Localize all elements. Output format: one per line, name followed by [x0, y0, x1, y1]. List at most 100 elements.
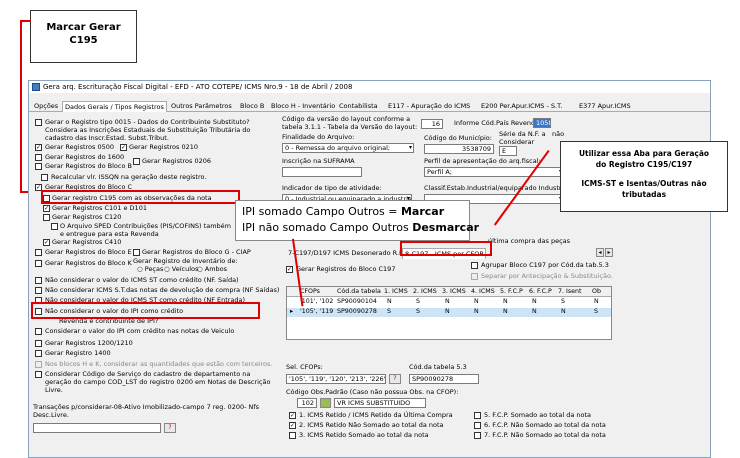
cod53-input[interactable]: SP90090278 [409, 374, 479, 384]
tab-opcoes[interactable]: Opções [32, 101, 60, 112]
c197-gerar-checkbox[interactable]: ✓ [286, 266, 293, 273]
r0210-label: Gerar Registros 0210 [129, 143, 199, 151]
sel-cfops-input[interactable]: '105', '119', '120', '213', '226', [286, 374, 386, 384]
sped-label-1: O Arquivo SPED Contribuições (PIS/COFINS… [60, 222, 231, 230]
obs-lookup-button[interactable] [320, 398, 331, 408]
r1600-checkbox[interactable] [35, 154, 42, 161]
tab-bloco-b[interactable]: Bloco B [238, 101, 266, 112]
sped-checkbox[interactable] [51, 223, 58, 230]
tab-e117[interactable]: E117 - Apuração do ICMS [386, 101, 472, 112]
fcp-nao-somado-checkbox[interactable] [474, 422, 481, 429]
fcp-somado-label: 5. F.C.P. Somado ao total da nota [484, 411, 592, 419]
c410-checkbox[interactable]: ✓ [43, 239, 50, 246]
uf-input[interactable]: E [499, 146, 517, 156]
nc4-checkbox[interactable] [35, 328, 42, 335]
table-cell: N [503, 298, 508, 305]
subtab-scroll-right[interactable]: ▸ [605, 248, 613, 257]
app-window: Gera arq. Escrituração Fiscal Digital - … [28, 80, 711, 458]
c197-separar-checkbox[interactable] [471, 273, 478, 280]
table-cell: S [594, 308, 598, 315]
nc4-label: Considerar o valor do IPI com crédito na… [45, 327, 235, 335]
grid-header-cell: 4. ICMS [471, 288, 495, 295]
cfop-grid[interactable]: CFOPs Cód.da tabela 1. ICMS 2. ICMS 3. I… [286, 286, 612, 340]
r1200-label: Gerar Registros 1200/1210 [45, 339, 133, 347]
r0500-checkbox[interactable]: ✓ [35, 144, 42, 151]
icms-nao-somado-checkbox[interactable]: ✓ [289, 422, 296, 429]
subtab-scroll-left[interactable]: ◂ [596, 248, 604, 257]
tab-contabilista[interactable]: Contabilista [337, 101, 380, 112]
transacoes-lookup-button[interactable]: ? [164, 423, 176, 433]
sped-label-2: e entregue para esta Revenda [60, 230, 159, 238]
highlight-c197-tab [400, 241, 492, 256]
layout-version-input[interactable]: 16 [421, 119, 443, 129]
red-arrow-line [21, 20, 31, 22]
table-row[interactable]: '101', '102 SP90090104 N S N N N N S N [287, 298, 611, 307]
blocoB-checkbox[interactable] [35, 163, 42, 170]
blocoK-checkbox[interactable] [35, 260, 42, 267]
inventory-radio-pecas[interactable]: ○ Peças [137, 265, 163, 273]
callout-aba-line-2: do Registro C195/C197 [595, 160, 693, 169]
c120-checkbox[interactable] [43, 214, 50, 221]
r0206-checkbox[interactable] [133, 158, 140, 165]
reg0015-label: Gerar o Registro tipo 0015 - Dados do Co… [45, 118, 250, 126]
informe-pais-input[interactable]: 1058 [533, 118, 551, 128]
icms-somado-checkbox[interactable] [289, 432, 296, 439]
callout-ipi-text: IPI não somado Campo Outros [242, 221, 413, 234]
inventory-radio-ambos[interactable]: ○ Ambos [197, 265, 227, 273]
callout-line-1: Marcar Gerar [46, 22, 121, 33]
table-cell: N [474, 298, 479, 305]
c410-label: Gerar Registros C410 [52, 238, 122, 246]
table-cell: '105', '119 [300, 308, 334, 315]
obs-code-input[interactable]: 102 [297, 398, 317, 408]
subtab-c197-desonerado[interactable]: 7-C197/D197 ICMS Desonerado R.I [286, 248, 403, 259]
r0500-label: Gerar Registros 0500 [45, 143, 115, 151]
obs-desc-input[interactable]: VR ICMS SUBSTITUIDO [334, 398, 426, 408]
issqn-checkbox[interactable] [41, 174, 48, 181]
fcp-somado-checkbox[interactable] [474, 412, 481, 419]
table-cell: N [503, 308, 508, 315]
table-cell: N [387, 298, 392, 305]
c101-checkbox[interactable]: ✓ [43, 205, 50, 212]
r1400-checkbox[interactable] [35, 350, 42, 357]
grid-header-cell: CFOPs [300, 288, 320, 295]
sel-cfops-lookup-button[interactable]: ? [389, 374, 401, 384]
suframa-input[interactable] [282, 167, 362, 177]
inventory-radio-veiculos[interactable]: ○ Veículos [164, 265, 198, 273]
c197-agrupar-checkbox[interactable] [471, 262, 478, 269]
callout-marcar-gerar: Marcar Gerar C195 [30, 10, 137, 63]
reg0015-checkbox[interactable] [35, 119, 42, 126]
grid-header-cell: Ob [592, 288, 601, 295]
cod-servico-checkbox[interactable] [35, 371, 42, 378]
cod53-label: Cód.da tabela 5.3 [409, 363, 467, 371]
tab-dados-gerais[interactable]: Dados Gerais / Tipos Registros [62, 101, 167, 112]
tab-e200[interactable]: E200 Per.Apur.ICMS - S.T. [479, 101, 564, 112]
tab-outros-parametros[interactable]: Outros Parâmetros [169, 101, 234, 112]
table-cell: S [416, 308, 420, 315]
nosblocos-checkbox[interactable] [35, 361, 42, 368]
table-cell: SP90090278 [337, 308, 377, 315]
finalidade-select[interactable]: 0 - Remessa do arquivo original; [282, 143, 414, 153]
blocoG-checkbox[interactable] [133, 249, 140, 256]
nc2-label: Não considerar ICMS S.T.das notas de dev… [45, 286, 280, 294]
fcp-nao-somado-2-label: 7. F.C.P. Não Somado ao total da nota [484, 431, 606, 439]
nc1-checkbox[interactable] [35, 277, 42, 284]
fcp-nao-somado-2-checkbox[interactable] [474, 432, 481, 439]
table-row[interactable]: ▸ '105', '119 SP90090278 S S N N N N N S [287, 308, 611, 317]
perfil-select[interactable]: Perfil A; [424, 167, 564, 177]
icms-retido-checkbox[interactable]: ✓ [289, 412, 296, 419]
c120-label: Gerar Registros C120 [52, 213, 122, 221]
tab-e377[interactable]: E377 Apur.ICMS [577, 101, 633, 112]
transacoes-input[interactable] [33, 423, 161, 433]
r0210-checkbox[interactable]: ✓ [120, 144, 127, 151]
layout-label-2: tabela 3.1.1 - Tabela da Versão do layou… [282, 123, 418, 131]
nc2-checkbox[interactable] [35, 287, 42, 294]
blocoE-checkbox[interactable] [35, 249, 42, 256]
inventory-option-label: Veículos [171, 265, 199, 273]
nao-label: não [552, 130, 565, 138]
table-cell: S [387, 308, 391, 315]
r1200-checkbox[interactable] [35, 340, 42, 347]
tab-bloco-h[interactable]: Bloco H - Inventário [269, 101, 337, 112]
municipio-input[interactable]: 3538709 [424, 144, 494, 154]
callout-ipi-line-2: IPI não somado Campo Outros Desmarcar [242, 220, 479, 236]
grid-header-cell: 5. F.C.P [500, 288, 523, 295]
